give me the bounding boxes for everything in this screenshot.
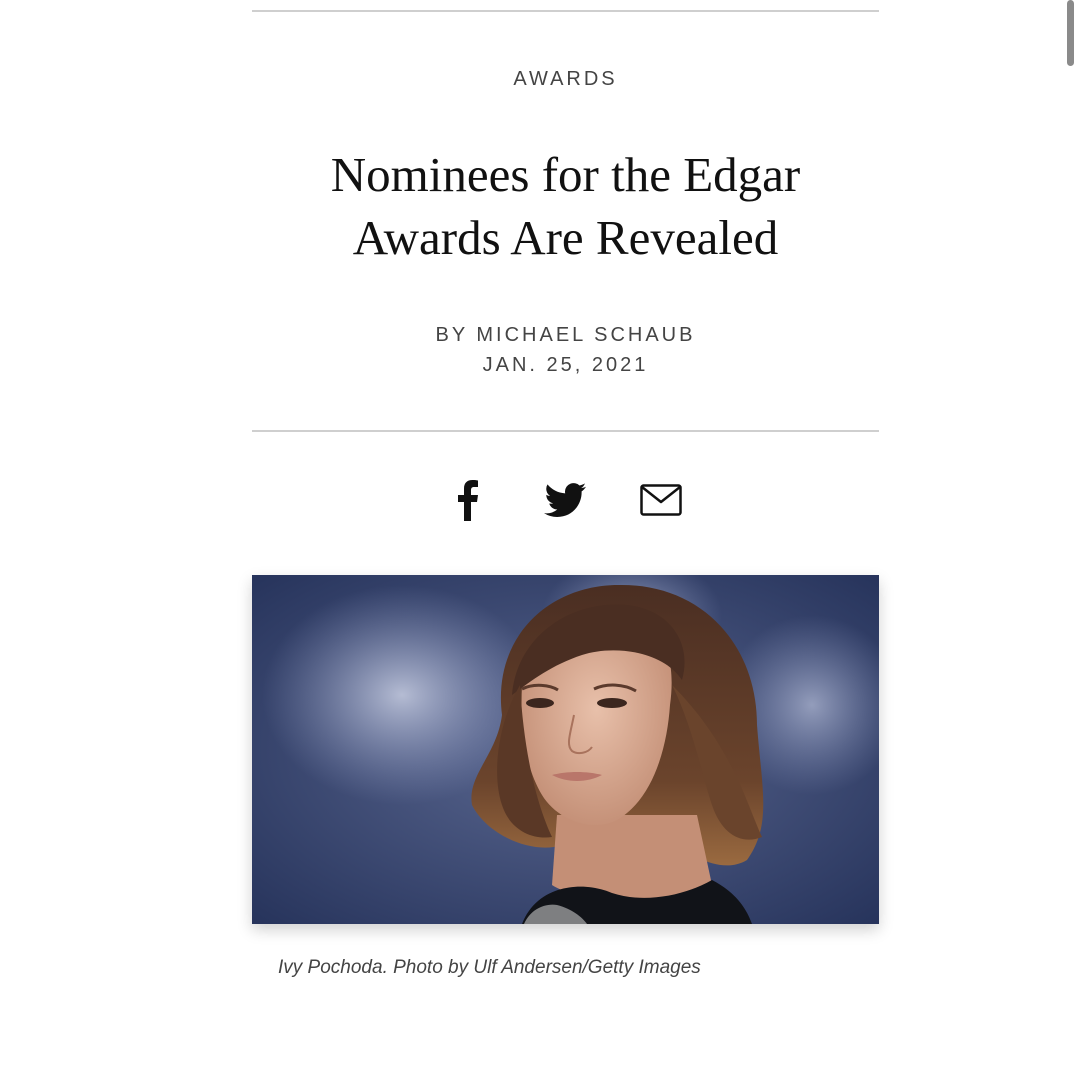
section-kicker[interactable]: AWARDS bbox=[252, 68, 879, 91]
portrait-image bbox=[252, 575, 879, 924]
photo-caption: Ivy Pochoda. Photo by Ulf Andersen/Getty… bbox=[278, 957, 701, 978]
article: AWARDS Nominees for the Edgar Awards Are… bbox=[252, 0, 879, 1080]
top-divider bbox=[252, 10, 879, 12]
twitter-icon bbox=[544, 483, 586, 517]
share-email-button[interactable] bbox=[638, 476, 684, 524]
article-photo bbox=[252, 575, 879, 924]
share-divider bbox=[252, 430, 879, 432]
byline-block: BY MICHAEL SCHAUB JAN. 25, 2021 bbox=[252, 320, 879, 380]
scrollbar-thumb[interactable] bbox=[1067, 0, 1074, 66]
publish-date: JAN. 25, 2021 bbox=[482, 354, 649, 376]
facebook-icon bbox=[458, 480, 478, 521]
headline-line-1: Nominees for the Edgar bbox=[330, 147, 801, 202]
article-headline: Nominees for the Edgar Awards Are Reveal… bbox=[252, 143, 879, 269]
headline-line-2: Awards Are Revealed bbox=[352, 210, 779, 265]
email-icon bbox=[640, 484, 682, 516]
share-facebook-button[interactable] bbox=[447, 476, 487, 524]
byline: BY MICHAEL SCHAUB bbox=[435, 324, 696, 346]
share-twitter-button[interactable] bbox=[542, 476, 588, 524]
share-bar bbox=[252, 476, 879, 524]
